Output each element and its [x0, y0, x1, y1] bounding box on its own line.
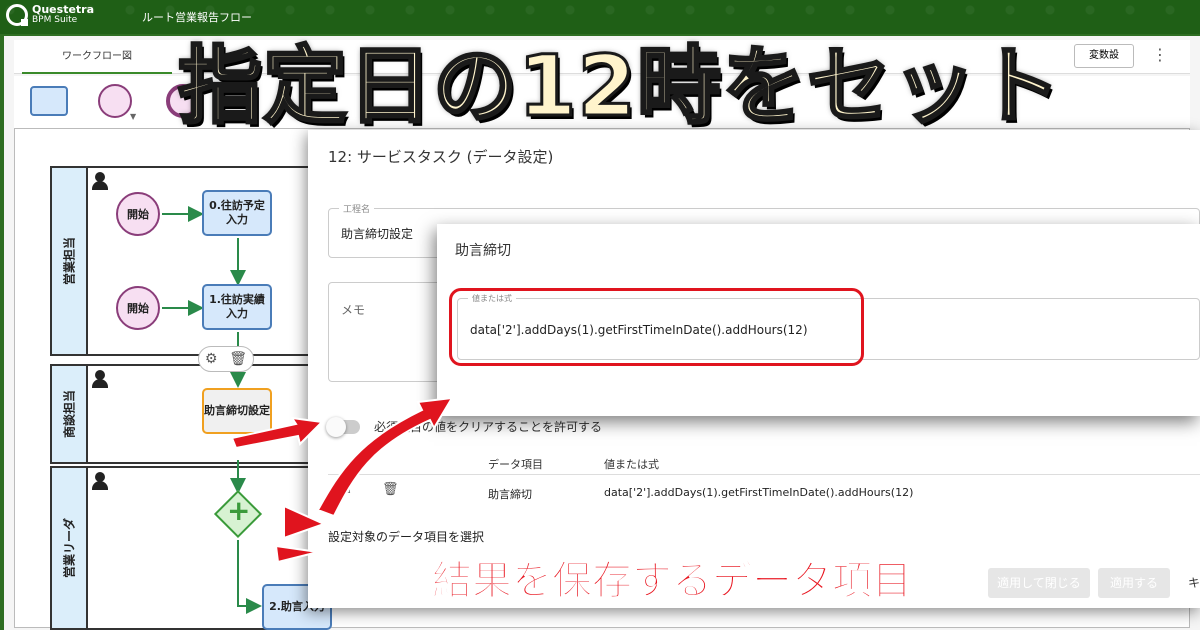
headline-banner: 指定日の12時をセット [177, 36, 1063, 137]
caption-text: 結果を保存するデータ項目 [432, 558, 913, 605]
